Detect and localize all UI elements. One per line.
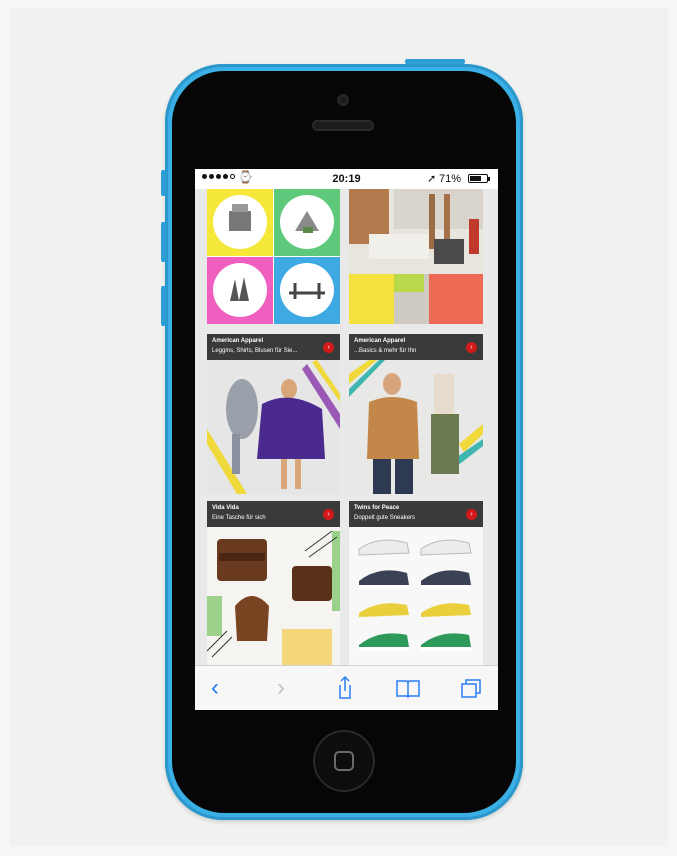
tile-header: Vida Vida Eine Tasche für sich › bbox=[207, 501, 340, 527]
earpiece-speaker bbox=[312, 120, 374, 131]
volume-down-button bbox=[161, 286, 166, 326]
chevron-right-icon[interactable]: › bbox=[267, 674, 295, 702]
tile-brand: American Apparel bbox=[212, 338, 264, 344]
location-arrow-icon: ➚ bbox=[427, 173, 437, 185]
tile-header: American Apparel Leggins, Shirts, Blusen… bbox=[207, 334, 340, 360]
tile-description: Leggins, Shirts, Blusen für Sie... bbox=[212, 348, 298, 354]
status-bar: ⌚ 20:19 ➚ 71% bbox=[195, 169, 498, 189]
promo-tile-sneakers[interactable]: Twins for Peace Doppelt gute Sneakers › bbox=[349, 501, 483, 665]
promo-tile-apparel-women[interactable]: American Apparel Leggins, Shirts, Blusen… bbox=[207, 334, 340, 494]
product-grid: American Apparel Leggins, Shirts, Blusen… bbox=[195, 189, 498, 665]
chevron-left-icon[interactable]: ‹ bbox=[201, 674, 229, 702]
tile-arrow-button[interactable]: › bbox=[466, 342, 477, 353]
battery-icon bbox=[468, 174, 488, 183]
promo-tile-apparel-men[interactable]: American Apparel ...Basics & mehr für Ih… bbox=[349, 334, 483, 494]
book-icon[interactable] bbox=[394, 674, 422, 702]
circles-illustration bbox=[207, 189, 340, 324]
tile-arrow-button[interactable]: › bbox=[323, 509, 334, 520]
promo-tile-circles[interactable] bbox=[207, 189, 340, 324]
tile-brand: American Apparel bbox=[354, 338, 406, 344]
battery-percent: 71% bbox=[439, 173, 462, 185]
tile-description: Eine Tasche für sich bbox=[212, 515, 266, 521]
mute-switch bbox=[161, 170, 166, 196]
share-icon[interactable] bbox=[331, 674, 359, 702]
tile-brand: Vida Vida bbox=[212, 505, 239, 511]
tile-description: Doppelt gute Sneakers bbox=[354, 515, 416, 521]
promo-tile-interior[interactable] bbox=[349, 189, 483, 324]
phone-screen: ⌚ 20:19 ➚ 71% American Apparel Leggins, … bbox=[195, 169, 498, 710]
tile-arrow-button[interactable]: › bbox=[466, 509, 477, 520]
home-button-icon bbox=[334, 751, 354, 771]
interior-photo bbox=[349, 189, 483, 324]
tile-brand: Twins for Peace bbox=[354, 505, 400, 511]
front-camera bbox=[337, 94, 349, 106]
tabs-icon[interactable] bbox=[457, 674, 485, 702]
tile-arrow-button[interactable]: › bbox=[323, 342, 334, 353]
volume-up-button bbox=[161, 222, 166, 262]
promo-tile-bags[interactable]: Vida Vida Eine Tasche für sich › bbox=[207, 501, 340, 665]
tile-description: ...Basics & mehr für Ihn bbox=[354, 348, 417, 354]
tile-header: Twins for Peace Doppelt gute Sneakers › bbox=[349, 501, 483, 527]
safari-toolbar: ‹ › bbox=[195, 665, 498, 710]
power-button bbox=[405, 59, 465, 64]
battery-tip bbox=[488, 177, 490, 181]
tile-header: American Apparel ...Basics & mehr für Ih… bbox=[349, 334, 483, 360]
